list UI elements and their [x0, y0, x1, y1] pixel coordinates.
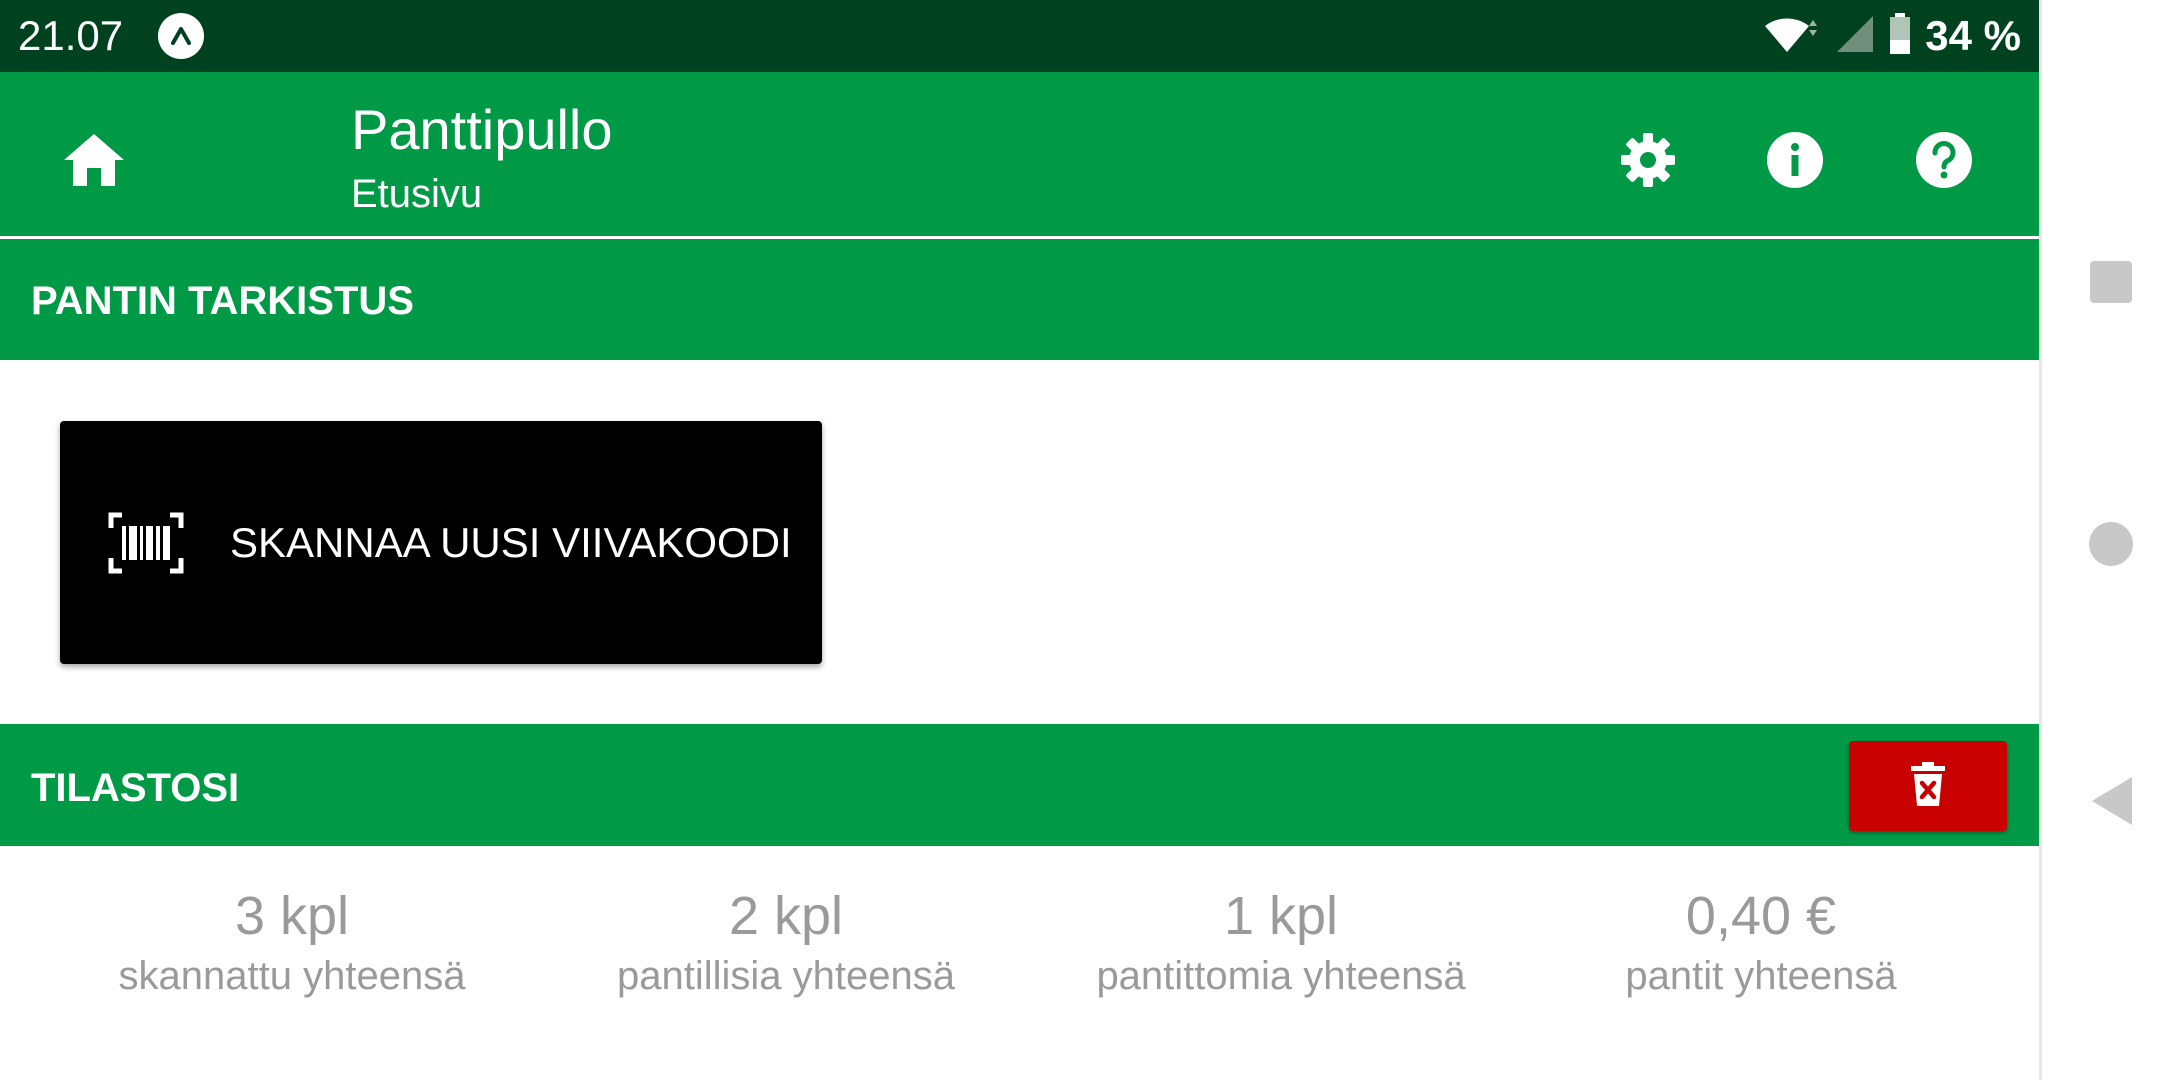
app-screen: 21.07 34 % Panttipullo Etusivu PANTIN TA…: [0, 0, 2039, 1080]
trash-icon: [1911, 761, 1945, 811]
help-icon: [1914, 130, 1974, 195]
stat-label: pantit yhteensä: [1625, 954, 1897, 998]
section-title-check: PANTIN TARKISTUS: [31, 279, 414, 323]
stat-deposits-sum: 0,40 € pantit yhteensä: [1521, 884, 2001, 1000]
back-button[interactable]: [2088, 775, 2136, 827]
stat-deposit-items-total: 2 kpl pantillisia yhteensä: [546, 884, 1026, 1000]
app-title: Panttipullo: [351, 98, 613, 161]
section-header-check: PANTIN TARKISTUS: [0, 239, 2039, 360]
info-icon: [1765, 130, 1825, 195]
status-icons: 34 %: [1763, 10, 2021, 62]
stat-scanned-total: 3 kpl skannattu yhteensä: [52, 884, 532, 1000]
app-notification-icon: [158, 13, 204, 59]
stat-no-deposit-total: 1 kpl pantittomia yhteensä: [1041, 884, 1521, 1000]
settings-button[interactable]: [1610, 124, 1686, 200]
clear-stats-button[interactable]: [1849, 741, 2007, 831]
status-time: 21.07: [18, 12, 124, 59]
app-toolbar: Panttipullo Etusivu: [0, 72, 2039, 239]
stats-panel: 3 kpl skannattu yhteensä 2 kpl pantillis…: [0, 846, 2039, 1080]
stat-label: pantittomia yhteensä: [1096, 954, 1466, 998]
system-navigation-bar: [2039, 0, 2160, 1080]
barcode-scan-icon: [108, 512, 184, 574]
gear-icon: [1618, 130, 1678, 195]
stat-value: 2 kpl: [728, 886, 844, 946]
signal-icon: [1835, 14, 1875, 59]
wifi-icon: [1763, 14, 1821, 59]
stat-label: skannattu yhteensä: [118, 954, 466, 998]
scan-button-label: SKANNAA UUSI VIIVAKOODI: [230, 518, 792, 566]
home-icon: [62, 132, 126, 193]
info-button[interactable]: [1757, 124, 1833, 200]
section-header-stats: TILASTOSI: [0, 724, 2039, 846]
stat-value: 0,40 €: [1685, 886, 1837, 946]
stat-label: pantillisia yhteensä: [617, 954, 955, 998]
stat-value: 3 kpl: [234, 886, 350, 946]
scan-barcode-button[interactable]: SKANNAA UUSI VIIVAKOODI: [60, 421, 822, 664]
battery-percentage: 34 %: [1925, 12, 2021, 59]
recents-button[interactable]: [2090, 261, 2132, 303]
stat-value: 1 kpl: [1223, 886, 1339, 946]
help-button[interactable]: [1906, 124, 1982, 200]
section-title-stats: TILASTOSI: [31, 766, 240, 810]
home-button[interactable]: [56, 124, 132, 200]
battery-icon: [1889, 12, 1911, 60]
back-icon: [2092, 777, 2132, 825]
page-subtitle: Etusivu: [351, 172, 483, 216]
system-home-button[interactable]: [2089, 522, 2133, 566]
status-bar: 21.07 34 %: [0, 0, 2039, 72]
